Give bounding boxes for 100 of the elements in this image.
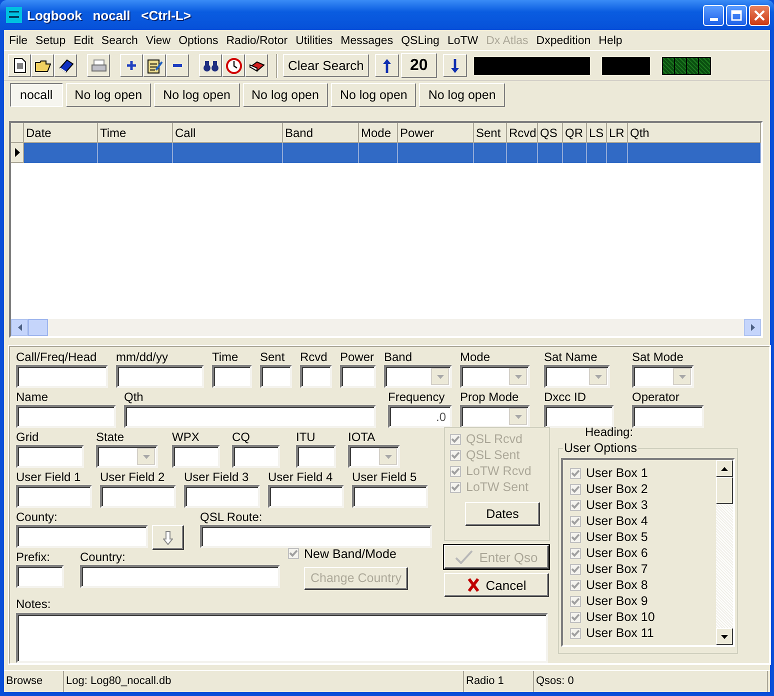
vertical-scrollbar[interactable] [716, 460, 733, 645]
checkbox[interactable] [570, 580, 581, 590]
heading-label: Heading: [585, 425, 634, 439]
new-document-button[interactable] [8, 54, 31, 77]
dropdown-field[interactable] [96, 445, 158, 468]
input-field[interactable] [16, 405, 116, 428]
checkbox[interactable] [570, 532, 581, 542]
input-field[interactable] [544, 405, 614, 428]
checkbox[interactable] [570, 564, 581, 574]
input-field[interactable] [296, 445, 336, 468]
menu-item[interactable]: View [142, 34, 175, 46]
input-field[interactable] [80, 565, 280, 588]
dropdown-field[interactable] [460, 405, 530, 428]
log-tab[interactable]: No log open [419, 83, 505, 107]
input-field[interactable] [260, 365, 292, 388]
input-field[interactable] [632, 405, 704, 428]
menu-item[interactable]: QSLing [397, 34, 444, 46]
remove-button[interactable] [166, 54, 189, 77]
notes-field[interactable] [16, 613, 548, 663]
checkbox[interactable] [570, 612, 581, 622]
cancel-button[interactable]: Cancel [444, 573, 549, 597]
input-field[interactable] [16, 445, 84, 468]
menu-item[interactable]: Setup [32, 34, 70, 46]
clear-search-button[interactable]: Clear Search [283, 54, 369, 77]
input-field[interactable] [16, 525, 148, 548]
clock-icon [226, 58, 242, 74]
clock-button[interactable] [222, 54, 245, 77]
field-label: User Field 1 [16, 470, 82, 485]
close-button[interactable] [749, 4, 770, 26]
add-button[interactable] [120, 54, 143, 77]
input-field[interactable] [184, 485, 260, 508]
checkbox[interactable] [450, 482, 461, 492]
open-button[interactable] [31, 54, 54, 77]
checkbox[interactable] [570, 516, 581, 526]
dropdown-field[interactable] [632, 365, 694, 388]
erase-button[interactable] [245, 54, 268, 77]
menu-item[interactable]: File [5, 34, 32, 46]
minimize-button[interactable] [703, 4, 724, 26]
checkbox[interactable] [450, 466, 461, 476]
input-field[interactable] [16, 365, 108, 388]
field-label: State [96, 430, 126, 445]
minimize-icon [710, 18, 718, 20]
log-tab[interactable]: No log open [330, 83, 416, 107]
maximize-button[interactable] [726, 4, 747, 26]
menu-item[interactable]: Utilities [292, 34, 337, 46]
checkbox[interactable] [570, 468, 581, 478]
input-field[interactable] [116, 365, 204, 388]
input-field[interactable] [268, 485, 344, 508]
dates-button[interactable]: Dates [465, 502, 540, 526]
dropdown-field[interactable] [348, 445, 400, 468]
input-field[interactable] [16, 485, 92, 508]
input-field[interactable] [124, 405, 376, 428]
input-field[interactable] [340, 365, 376, 388]
book-button[interactable] [54, 54, 77, 77]
field-label: Frequency [388, 390, 446, 405]
previous-button[interactable] [374, 54, 399, 77]
checkbox-label: User Box 1 [586, 466, 648, 480]
log-tab[interactable]: No log open [66, 83, 152, 107]
checkbox[interactable] [288, 548, 299, 560]
input-field[interactable] [100, 485, 176, 508]
input-field[interactable] [212, 365, 252, 388]
dropdown-field[interactable] [460, 365, 530, 388]
menu-item[interactable]: Dxpedition [532, 34, 595, 46]
menu-item[interactable]: LoTW [443, 34, 482, 46]
horizontal-scrollbar[interactable] [11, 319, 761, 336]
menu-item[interactable]: Radio/Rotor [222, 34, 292, 46]
input-field[interactable] [232, 445, 280, 468]
input-field[interactable] [200, 525, 432, 548]
log-tab[interactable]: nocall [10, 83, 63, 107]
county-lookup-button[interactable] [152, 525, 184, 550]
input-field[interactable]: .0 [388, 405, 452, 428]
next-button[interactable] [442, 54, 467, 77]
edit-button[interactable] [143, 54, 166, 77]
checkbox[interactable] [570, 500, 581, 510]
menu-item[interactable]: Options [174, 34, 222, 46]
checkbox[interactable] [450, 434, 461, 444]
find-button[interactable] [199, 54, 222, 77]
scrollbar-thumb[interactable] [28, 319, 48, 336]
log-tab[interactable]: No log open [242, 83, 328, 107]
checkbox-label: User Box 11 [586, 626, 654, 640]
checkbox[interactable] [570, 548, 581, 558]
checkbox[interactable] [570, 596, 581, 606]
checkbox[interactable] [570, 484, 581, 494]
dropdown-field[interactable] [544, 365, 610, 388]
menu-item[interactable]: Edit [70, 34, 98, 46]
input-field[interactable] [300, 365, 332, 388]
field-label: QSL Route: [200, 510, 264, 525]
input-field[interactable] [352, 485, 428, 508]
menu-item[interactable]: Messages [336, 34, 398, 46]
log-tab[interactable]: No log open [154, 83, 240, 107]
menu-item[interactable]: Help [594, 34, 626, 46]
dropdown-field[interactable] [384, 365, 452, 388]
checkbox[interactable] [450, 450, 461, 460]
print-button[interactable] [87, 54, 110, 77]
caret-icon [514, 374, 522, 378]
menu-item[interactable]: Search [97, 34, 142, 46]
input-field[interactable] [16, 565, 64, 588]
input-field[interactable] [172, 445, 220, 468]
checkbox[interactable] [570, 628, 581, 638]
signal-meter [662, 56, 711, 74]
